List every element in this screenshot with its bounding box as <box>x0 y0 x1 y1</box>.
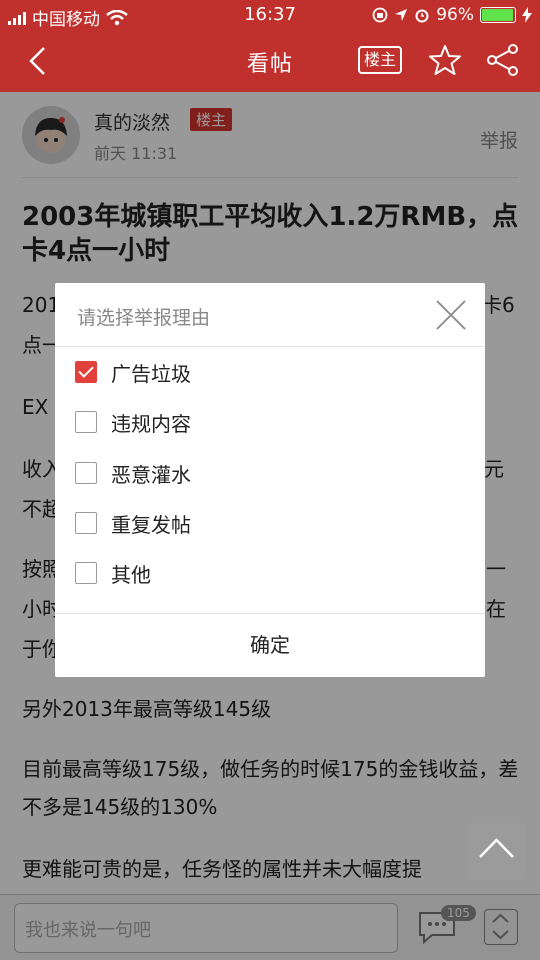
option-label: 其他 <box>111 562 151 587</box>
battery-percent: 96% <box>436 5 474 25</box>
checkbox[interactable] <box>75 411 97 433</box>
rotation-lock-icon <box>372 7 388 23</box>
checkbox[interactable] <box>75 462 97 484</box>
scroll-to-top-button[interactable] <box>468 823 525 880</box>
checkbox[interactable] <box>75 361 97 383</box>
divider <box>55 346 485 347</box>
star-icon[interactable] <box>428 43 462 77</box>
charging-icon <box>522 7 532 23</box>
location-icon <box>395 9 408 21</box>
close-icon[interactable] <box>435 299 467 331</box>
option-label: 重复发帖 <box>111 512 191 537</box>
option-label: 广告垃圾 <box>111 361 191 386</box>
reason-option-ad[interactable]: 广告垃圾 <box>75 352 455 392</box>
reason-option-duplicate[interactable]: 重复发帖 <box>75 503 455 543</box>
arrow-up-icon <box>479 838 514 858</box>
report-dialog: 请选择举报理由 广告垃圾 违规内容 恶意灌水 重复发帖 其他 确定 <box>55 283 485 677</box>
checkbox[interactable] <box>75 512 97 534</box>
top-bar: 中国移动 16:37 96% 看帖 楼主 <box>0 0 540 92</box>
reason-option-violation[interactable]: 违规内容 <box>75 402 455 442</box>
confirm-button[interactable]: 确定 <box>55 614 485 677</box>
dialog-title: 请选择举报理由 <box>77 307 211 329</box>
owner-only-button[interactable]: 楼主 <box>358 46 402 74</box>
option-label: 违规内容 <box>111 411 191 436</box>
share-icon[interactable] <box>486 43 520 77</box>
status-bar: 中国移动 16:37 96% <box>0 0 540 30</box>
nav-bar: 看帖 楼主 <box>0 30 540 92</box>
option-label: 恶意灌水 <box>111 462 191 487</box>
reason-option-spam[interactable]: 恶意灌水 <box>75 453 455 493</box>
alarm-icon <box>415 9 429 23</box>
battery-icon <box>480 7 516 23</box>
reason-option-other[interactable]: 其他 <box>75 553 455 593</box>
checkbox[interactable] <box>75 562 97 584</box>
